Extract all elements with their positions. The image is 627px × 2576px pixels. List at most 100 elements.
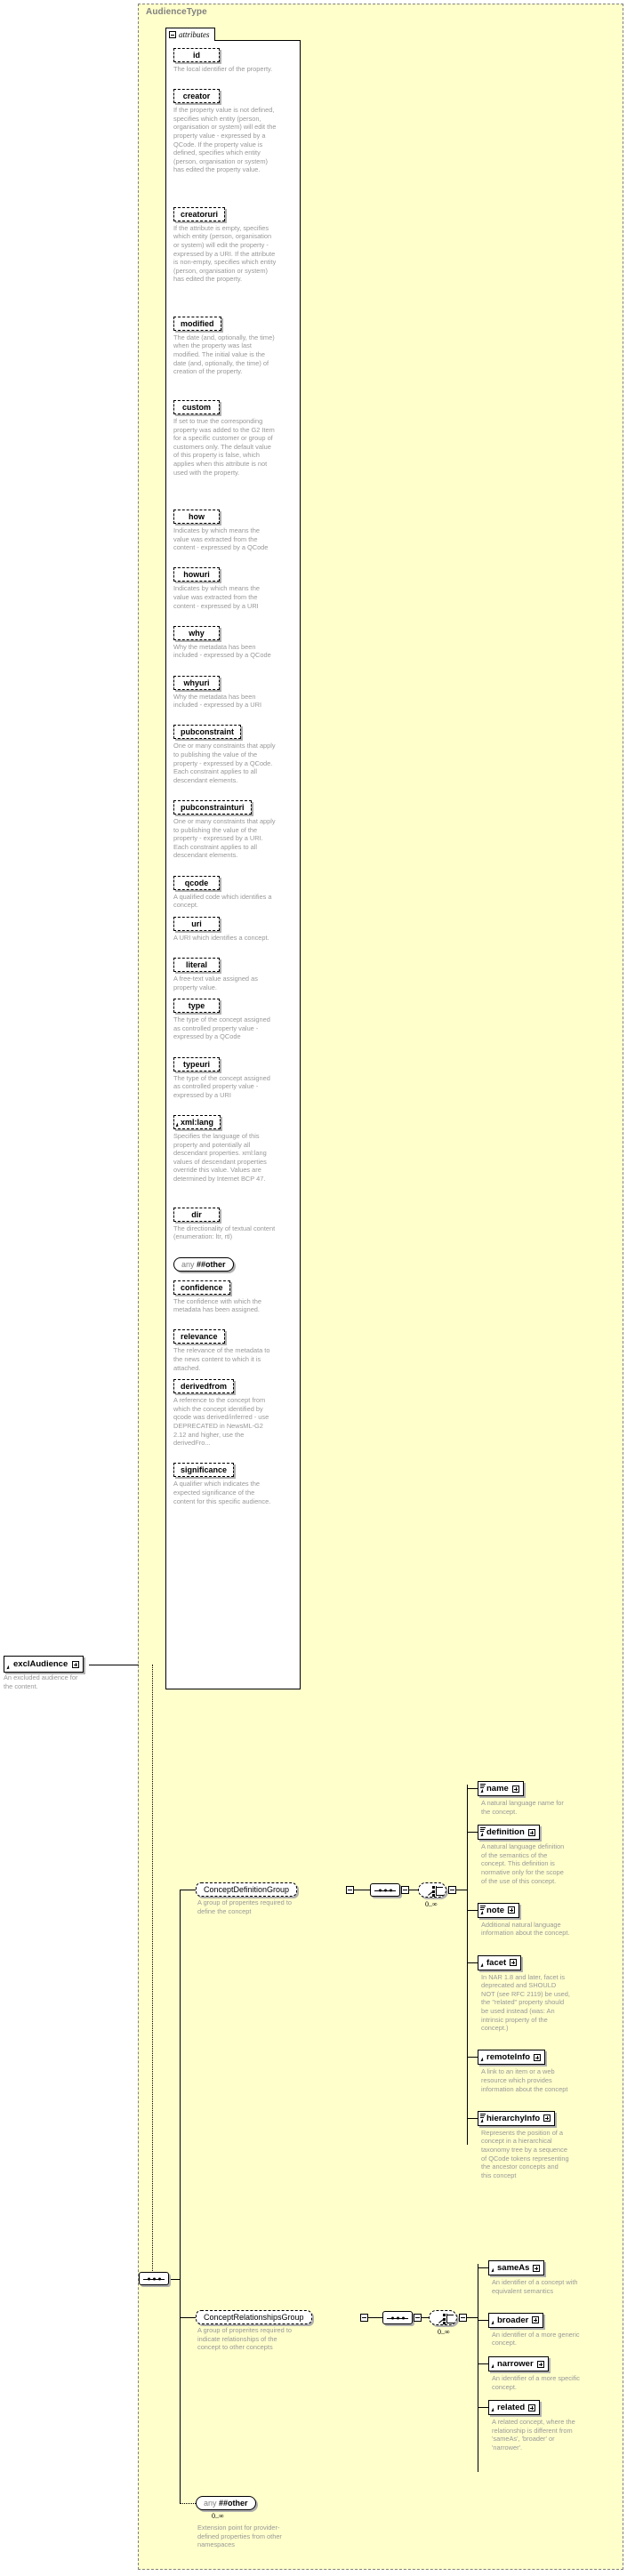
- attribute-chip-dir[interactable]: dir: [173, 1208, 220, 1222]
- connector-root-branch-trunk: [180, 1890, 181, 2503]
- attribute-howuri: howuri Indicates by which means the value…: [173, 566, 277, 610]
- connector-to-sameas: [478, 2267, 488, 2268]
- attribute-custom: customIf set to true the corresponding p…: [173, 398, 277, 477]
- connector-relgroup-to-seq: [368, 2317, 382, 2318]
- element-label: hierarchyInfo: [486, 2114, 540, 2123]
- attribute-chip-uri[interactable]: uri: [173, 917, 220, 931]
- attribute-chip-custom[interactable]: custom: [173, 400, 220, 414]
- any-element-other[interactable]: any ##other: [196, 2496, 256, 2510]
- cardinality-relationships: 0..∞: [438, 2328, 450, 2336]
- group-expand-icon-relationships[interactable]: [360, 2314, 368, 2322]
- attribute-doc-creator: If the property value is not defined, sp…: [173, 106, 277, 174]
- attribute-chip-whyuri[interactable]: whyuri: [173, 676, 220, 690]
- element-doc-narrower: An identifier of a more specific concept…: [492, 2374, 581, 2391]
- element-related[interactable]: related: [488, 2400, 540, 2415]
- group-conceptdefinitiongroup[interactable]: ConceptDefinitionGroup: [196, 1882, 297, 1897]
- expand-icon[interactable]: [528, 1829, 535, 1836]
- attribute-chip-significance[interactable]: significance: [173, 1463, 234, 1477]
- connector-to-name: [467, 1788, 478, 1789]
- collapse-icon[interactable]: [169, 31, 176, 38]
- attribute-chip-howuri[interactable]: howuri: [173, 567, 220, 582]
- choice-compositor-definition[interactable]: [418, 1882, 446, 1898]
- attribute-doc-howuri: Indicates by which means the value was e…: [173, 584, 277, 610]
- attribute-doc-relevance: The relevance of the metadata to the new…: [173, 1346, 277, 1372]
- attribute-chip-why[interactable]: why: [173, 626, 220, 640]
- attribute-chip-qcode[interactable]: qcode: [173, 876, 220, 890]
- root-element-label: exclAudience: [13, 1659, 68, 1669]
- attribute-relevance: relevance The relevance of the metadata t…: [173, 1328, 277, 1372]
- attribute-chip-creatoruri[interactable]: creatoruri: [173, 207, 225, 221]
- expand-icon[interactable]: [512, 1786, 519, 1793]
- connector-to-note: [467, 1910, 478, 1911]
- attribute-pubconstraint: pubconstraintOne or many constraints tha…: [173, 723, 277, 784]
- attribute-creator: creator If the property value is not defi…: [173, 87, 277, 174]
- attributes-tab[interactable]: attributes: [165, 28, 215, 41]
- element-note[interactable]: note: [478, 1903, 519, 1918]
- attribute-why: whyWhy the metadata has been included - …: [173, 624, 277, 660]
- sequence-compositor-definition[interactable]: [370, 1883, 400, 1897]
- attribute-doc-significance: A qualifier which indicates the expected…: [173, 1480, 277, 1505]
- expand-icon[interactable]: [534, 2054, 541, 2061]
- expand-icon[interactable]: [537, 2361, 544, 2368]
- attribute-doc-pubconstrainturi: One or many constraints that apply to pu…: [173, 817, 277, 860]
- attribute-chip-how[interactable]: how: [173, 510, 220, 524]
- attribute-xml-lang: xml:lang Specifies the language of this p…: [173, 1113, 277, 1184]
- element-hierarchyinfo[interactable]: hierarchyInfo: [478, 2111, 555, 2126]
- element-label: related: [497, 2403, 525, 2412]
- attribute-chip-pubconstraint[interactable]: pubconstraint: [173, 725, 241, 739]
- attribute-chip-derivedfrom[interactable]: derivedfrom: [173, 1379, 234, 1393]
- element-facet[interactable]: facet: [478, 1955, 521, 1970]
- element-remoteinfo[interactable]: remoteInfo: [478, 2050, 545, 2065]
- attribute-doc-modified: The date (and, optionally, the time) whe…: [173, 333, 277, 376]
- attribute-chip-confidence[interactable]: confidence: [173, 1280, 230, 1295]
- element-definition[interactable]: definition: [478, 1825, 540, 1840]
- choice-expand-icon-definition[interactable]: [448, 1886, 456, 1894]
- element-doc-name: A natural language name for the concept.: [481, 1799, 570, 1816]
- text-lines-icon: [480, 1784, 486, 1788]
- attribute-doc-whyuri: Why the metadata has been included - exp…: [173, 693, 277, 710]
- attribute-modified: modified The date (and, optionally, the t…: [173, 315, 277, 376]
- element-sameas[interactable]: sameAs: [488, 2260, 544, 2275]
- attribute-chip-creator[interactable]: creator: [173, 89, 220, 103]
- attribute-chip-literal[interactable]: literal: [173, 958, 220, 972]
- connector-type-spine: [152, 1665, 153, 2278]
- attribute-chip-type[interactable]: type: [173, 999, 220, 1013]
- element-name[interactable]: name: [478, 1781, 524, 1796]
- expand-icon[interactable]: [510, 1959, 517, 1966]
- connector-definition-children-trunk: [467, 1785, 468, 2145]
- attribute-chip-typeuri[interactable]: typeuri: [173, 1057, 220, 1071]
- choice-expand-icon-relationships[interactable]: [459, 2314, 467, 2322]
- expand-icon[interactable]: [508, 1906, 515, 1914]
- attribute-chip-id[interactable]: id: [173, 48, 220, 62]
- attribute-doc-xml-lang: Specifies the language of this property …: [173, 1132, 277, 1184]
- attribute-chip-pubconstrainturi[interactable]: pubconstrainturi: [173, 800, 252, 815]
- sequence-compositor-relationships[interactable]: [382, 2311, 413, 2324]
- attribute-id: idThe local identifier of the property.: [173, 46, 277, 74]
- expand-icon[interactable]: [532, 2316, 539, 2323]
- group-doc-definition: A group of properites required to define…: [197, 1898, 297, 1915]
- expand-icon[interactable]: [72, 1661, 79, 1668]
- element-label: broader: [497, 2315, 528, 2325]
- root-element-exclaudience[interactable]: exclAudience: [4, 1656, 84, 1673]
- attribute-derivedfrom: derivedfromA reference to the concept fr…: [173, 1377, 277, 1448]
- element-narrower[interactable]: narrower: [488, 2356, 549, 2371]
- expand-icon[interactable]: [543, 2115, 551, 2122]
- group-expand-icon-definition[interactable]: [346, 1886, 354, 1894]
- attribute-any-other[interactable]: any ##other: [173, 1257, 234, 1272]
- attribute-any: any ##other: [173, 1256, 234, 1272]
- attribute-chip-relevance[interactable]: relevance: [173, 1329, 225, 1344]
- connector-to-related: [478, 2407, 488, 2408]
- attribute-type: typeThe type of the concept assigned as …: [173, 997, 277, 1041]
- element-broader[interactable]: broader: [488, 2313, 543, 2328]
- sequence-expand-icon-definition[interactable]: [401, 1886, 409, 1894]
- group-conceptrelationshipsgroup[interactable]: ConceptRelationshipsGroup: [196, 2310, 312, 2324]
- attribute-chip-xml-lang[interactable]: xml:lang: [173, 1115, 221, 1129]
- attribute-chip-modified[interactable]: modified: [173, 317, 221, 331]
- expand-icon[interactable]: [528, 2404, 535, 2411]
- expand-icon[interactable]: [533, 2265, 540, 2272]
- choice-compositor-relationships[interactable]: [429, 2310, 457, 2325]
- attribute-doc-confidence: The confidence with which the metadata h…: [173, 1297, 277, 1314]
- connector-to-relationships-group: [180, 2317, 196, 2318]
- sequence-compositor-root[interactable]: [139, 2272, 169, 2285]
- sequence-expand-icon-relationships[interactable]: [414, 2314, 422, 2322]
